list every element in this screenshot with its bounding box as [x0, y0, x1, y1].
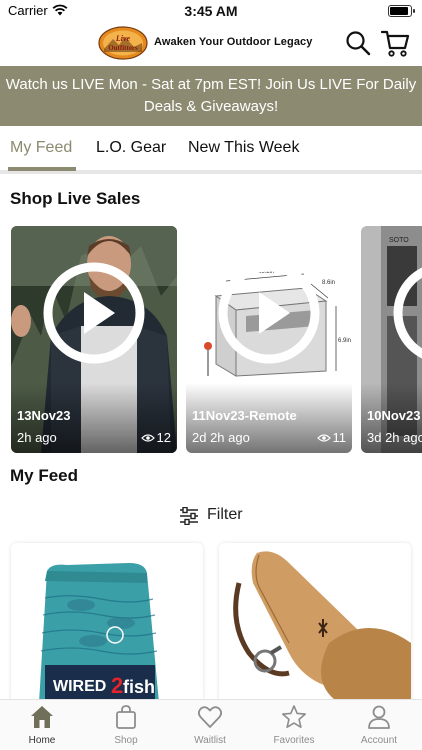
svg-text:SOTO: SOTO	[389, 237, 409, 244]
product-image	[219, 543, 411, 703]
live-schedule-banner[interactable]: Watch us LIVE Mon - Sat at 7pm EST! Join…	[0, 66, 422, 126]
feed-tabs: My Feed L.O. Gear New This Week	[0, 128, 422, 174]
bottom-tab-bar: Home Shop Waitlist Favorites Account	[0, 699, 422, 750]
view-count-value: 12	[156, 430, 171, 445]
play-icon[interactable]	[393, 262, 422, 364]
nav-label: Favorites	[273, 735, 315, 746]
nav-account[interactable]: Account	[337, 704, 421, 750]
star-icon	[282, 705, 306, 728]
live-sale-time: 2h ago	[17, 430, 57, 445]
nav-favorites[interactable]: Favorites	[252, 704, 336, 750]
live-sale-card[interactable]: 13Nov23 2h ago 12	[11, 226, 177, 453]
tab-lo-gear[interactable]: L.O. Gear	[96, 139, 166, 157]
svg-text:6.9in: 6.9in	[338, 338, 351, 344]
play-icon[interactable]	[43, 262, 145, 364]
search-icon[interactable]	[345, 30, 371, 56]
nav-home[interactable]: Home	[0, 704, 84, 750]
filter-button[interactable]: Filter	[0, 504, 422, 528]
svg-text:Outfitters: Outfitters	[108, 44, 138, 52]
heart-icon	[197, 706, 223, 728]
shop-live-sales-heading: Shop Live Sales	[10, 189, 141, 208]
tab-new-this-week[interactable]: New This Week	[188, 139, 299, 157]
status-bar: Carrier 3:45 AM	[0, 0, 422, 22]
filter-icon	[180, 507, 198, 525]
person-icon	[368, 705, 390, 729]
nav-label: Home	[28, 735, 56, 746]
nav-label: Shop	[114, 735, 138, 746]
active-tab-indicator	[8, 167, 76, 171]
product-image: WIRED 2 fish	[11, 543, 203, 703]
nav-label: Waitlist	[194, 735, 226, 746]
svg-text:2: 2	[111, 673, 123, 698]
my-feed-heading: My Feed	[10, 466, 79, 485]
live-sale-title: 11Nov23-Remote	[192, 408, 297, 423]
eye-icon	[316, 433, 331, 442]
bag-icon	[116, 705, 136, 729]
nav-label: Account	[360, 735, 398, 746]
tab-my-feed[interactable]: My Feed	[10, 139, 72, 157]
banner-text: Watch us LIVE Mon - Sat at 7pm EST! Join…	[5, 76, 417, 115]
cart-icon[interactable]	[380, 28, 410, 58]
svg-text:fish: fish	[123, 677, 155, 697]
view-count-value: 11	[332, 430, 347, 445]
nav-waitlist[interactable]: Waitlist	[168, 704, 252, 750]
live-sale-card[interactable]: 13.2in 8.6in 6.9in 11Nov23-Remote 2d 2h …	[186, 226, 352, 453]
view-count: 12	[140, 430, 171, 445]
live-sale-card[interactable]: SOTO 10Nov23 3d 2h ago	[361, 226, 422, 453]
play-icon[interactable]	[218, 262, 320, 364]
product-card[interactable]	[219, 543, 411, 703]
live-sale-title: 13Nov23	[17, 408, 71, 423]
battery-icon	[388, 5, 415, 17]
view-count: 11	[316, 430, 347, 445]
svg-text:WIRED: WIRED	[53, 678, 106, 695]
svg-text:Live: Live	[115, 34, 131, 43]
live-sale-time: 3d 2h ago	[367, 430, 422, 445]
status-time: 3:45 AM	[184, 3, 238, 19]
app-header: Live Outfitters Awaken Your Outdoor Lega…	[0, 22, 422, 66]
live-outfitters-logo[interactable]: Live Outfitters	[98, 26, 148, 60]
svg-text:8.6in: 8.6in	[322, 280, 335, 286]
header-tagline: Awaken Your Outdoor Legacy	[154, 36, 313, 48]
filter-label: Filter	[207, 506, 243, 523]
home-icon	[31, 706, 53, 728]
live-sale-time: 2d 2h ago	[192, 430, 250, 445]
product-card[interactable]: WIRED 2 fish	[11, 543, 203, 703]
eye-icon	[140, 433, 155, 442]
live-sale-title: 10Nov23	[367, 408, 421, 423]
nav-shop[interactable]: Shop	[84, 704, 168, 750]
